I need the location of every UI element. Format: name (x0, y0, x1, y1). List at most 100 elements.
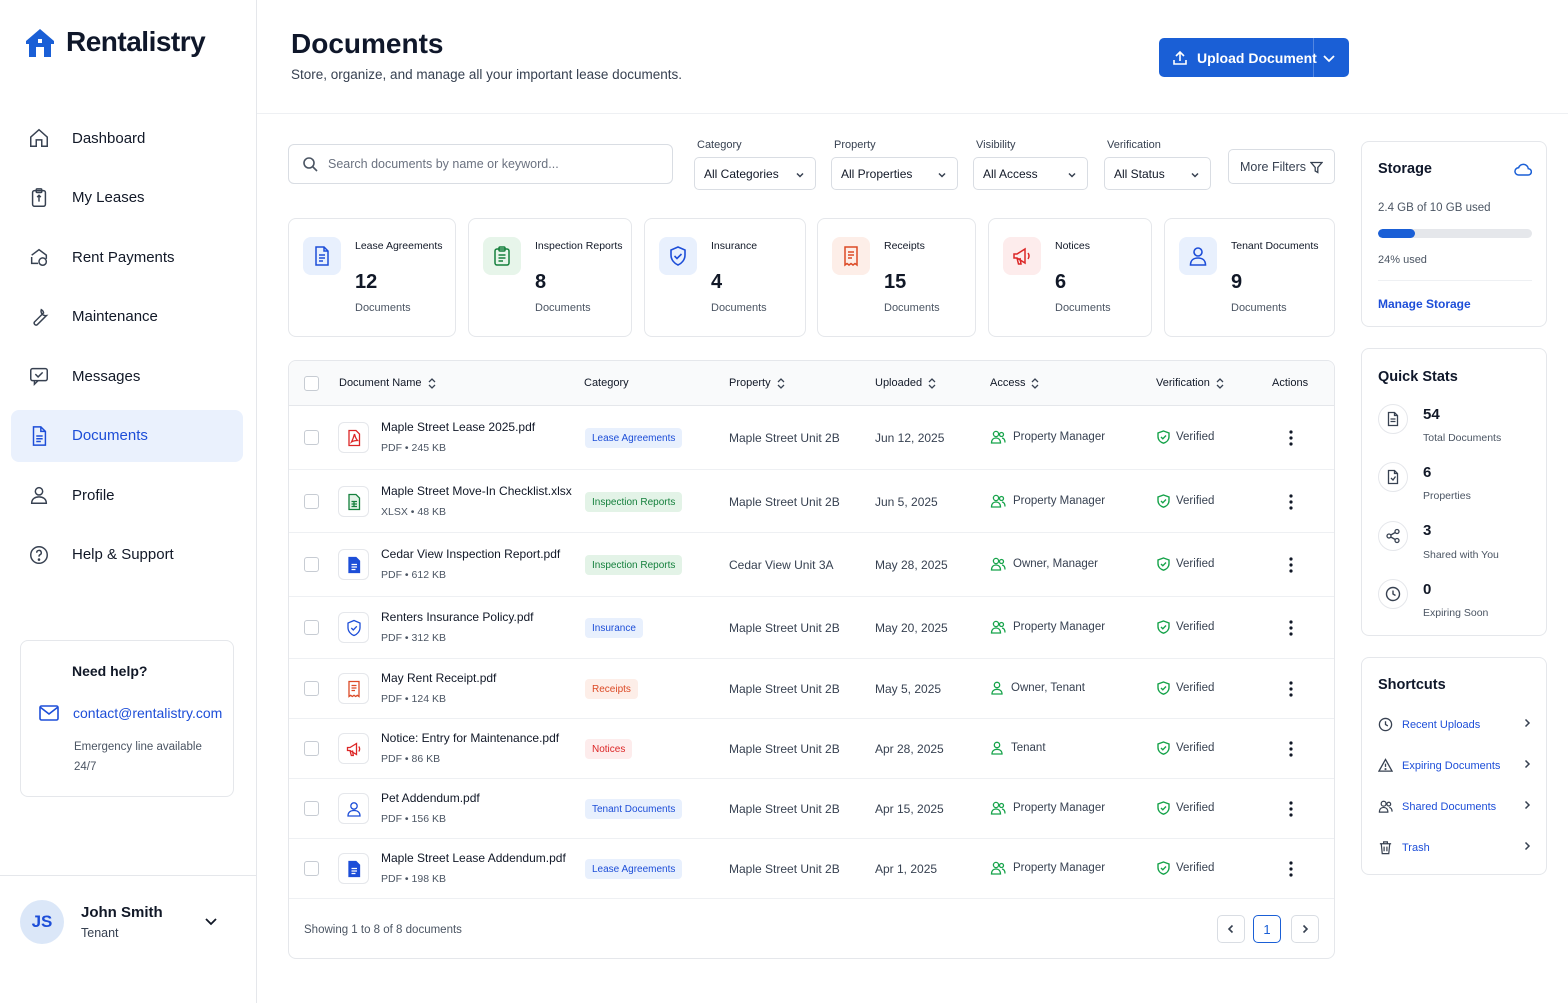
access-cell: Owner, Tenant (990, 681, 1085, 695)
help-email-link[interactable]: contact@rentalistry.com (39, 705, 222, 721)
nav-item-dashboard[interactable]: Dashboard (11, 112, 243, 164)
nav-item-label: Help & Support (72, 546, 174, 563)
row-checkbox[interactable] (304, 557, 319, 572)
document-name[interactable]: Renters Insurance Policy.pdf (381, 610, 534, 624)
row-actions-button[interactable] (1284, 493, 1298, 511)
user-menu[interactable]: JS John Smith Tenant (0, 875, 256, 1003)
chevron-down-icon (1068, 172, 1076, 178)
category-card-lease-agreements[interactable]: Lease Agreements 12 Documents (288, 218, 456, 337)
document-name[interactable]: Maple Street Lease Addendum.pdf (381, 851, 566, 865)
document-name[interactable]: Maple Street Lease 2025.pdf (381, 420, 535, 434)
nav-item-rent-payments[interactable]: Rent Payments (11, 231, 243, 283)
chevron-down-icon[interactable] (204, 914, 218, 928)
properties-icon (1378, 462, 1408, 492)
access-cell: Property Manager (990, 494, 1105, 508)
next-page-button[interactable] (1291, 915, 1319, 943)
expiring-label: Expiring Soon (1423, 607, 1489, 619)
row-checkbox[interactable] (304, 494, 319, 509)
column-document-name[interactable]: Document Name (339, 377, 436, 389)
category-card-inspection-reports[interactable]: Inspection Reports 8 Documents (468, 218, 632, 337)
document-name[interactable]: Notice: Entry for Maintenance.pdf (381, 731, 559, 745)
nav-item-help-support[interactable]: Help & Support (11, 529, 243, 581)
property-cell: Maple Street Unit 2B (729, 742, 840, 756)
shared-value: 3 (1423, 522, 1432, 539)
category-card-receipts[interactable]: Receipts 15 Documents (817, 218, 976, 337)
app-logo[interactable]: Rentalistry (24, 26, 206, 58)
verification-label: Verified (1176, 682, 1215, 694)
more-actions-icon (1289, 557, 1293, 573)
row-actions-button[interactable] (1284, 680, 1298, 698)
table-row[interactable]: Pet Addendum.pdf PDF • 156 KB Tenant Docum… (289, 779, 1334, 839)
upload-icon (1173, 50, 1187, 65)
row-checkbox[interactable] (304, 681, 319, 696)
megaphone-icon (1013, 247, 1030, 265)
chevron-down-icon[interactable] (1322, 51, 1336, 65)
users-icon (1378, 800, 1393, 813)
document-name[interactable]: Cedar View Inspection Report.pdf (381, 547, 560, 561)
storage-title: Storage (1378, 161, 1432, 177)
document-meta: PDF • 612 KB (381, 569, 446, 581)
document-name[interactable]: May Rent Receipt.pdf (381, 671, 496, 685)
lease-doc-icon (315, 246, 329, 266)
shortcut-recent-uploads[interactable]: Recent Uploads (1378, 717, 1532, 732)
row-actions-button[interactable] (1284, 429, 1298, 447)
row-checkbox[interactable] (304, 861, 319, 876)
category-select[interactable]: All Categories (694, 157, 816, 190)
row-actions-button[interactable] (1284, 740, 1298, 758)
chevron-right-icon (1524, 800, 1531, 810)
column-access[interactable]: Access (990, 377, 1039, 389)
document-name[interactable]: Maple Street Move-In Checklist.xlsx (381, 484, 572, 498)
table-row[interactable]: Maple Street Lease Addendum.pdf PDF • 198… (289, 839, 1334, 899)
row-actions-button[interactable] (1284, 556, 1298, 574)
visibility-select[interactable]: All Access (973, 157, 1088, 190)
category-card-notices[interactable]: Notices 6 Documents (988, 218, 1152, 337)
category-card-insurance[interactable]: Insurance 4 Documents (644, 218, 806, 337)
sort-icon (1032, 377, 1039, 389)
search-box[interactable] (288, 144, 673, 184)
sort-icon (777, 377, 785, 389)
row-checkbox[interactable] (304, 430, 319, 445)
table-row[interactable]: Renters Insurance Policy.pdf PDF • 312 KB… (289, 597, 1334, 659)
row-actions-button[interactable] (1284, 619, 1298, 637)
row-checkbox[interactable] (304, 801, 319, 816)
nav-item-maintenance[interactable]: Maintenance (11, 291, 243, 343)
property-select[interactable]: All Properties (831, 157, 958, 190)
column-uploaded[interactable]: Uploaded (875, 377, 936, 389)
uploaded-cell: Apr 15, 2025 (875, 802, 944, 816)
select-all-checkbox[interactable] (304, 376, 319, 391)
user-icon (990, 741, 1004, 755)
page-button-current[interactable]: 1 (1253, 915, 1281, 943)
table-row[interactable]: May Rent Receipt.pdf PDF • 124 KB Receipts… (289, 659, 1334, 719)
category-card-tenant-documents[interactable]: Tenant Documents 9 Documents (1164, 218, 1335, 337)
nav-item-messages[interactable]: Messages (11, 350, 243, 402)
documents-table: Document Name Category Property Uploaded… (288, 360, 1335, 959)
column-verification[interactable]: Verification (1156, 377, 1224, 389)
search-input[interactable] (328, 157, 658, 171)
table-row[interactable]: Notice: Entry for Maintenance.pdf PDF • 8… (289, 719, 1334, 779)
row-actions-button[interactable] (1284, 800, 1298, 818)
nav-item-documents[interactable]: Documents (11, 409, 243, 462)
property-cell: Maple Street Unit 2B (729, 431, 840, 445)
shortcut-shared-documents[interactable]: Shared Documents (1378, 799, 1532, 814)
row-checkbox[interactable] (304, 741, 319, 756)
more-filters-button[interactable]: More Filters (1228, 149, 1335, 184)
shortcut-trash[interactable]: Trash (1378, 840, 1532, 855)
nav-item-profile[interactable]: Profile (11, 469, 243, 521)
document-name[interactable]: Pet Addendum.pdf (381, 791, 480, 805)
table-row[interactable]: Maple Street Lease 2025.pdf PDF • 245 KB L… (289, 406, 1334, 470)
manage-storage-link[interactable]: Manage Storage (1378, 297, 1471, 311)
access-cell: Property Manager (990, 801, 1105, 815)
prev-page-button[interactable] (1217, 915, 1245, 943)
table-row[interactable]: Cedar View Inspection Report.pdf PDF • 61… (289, 533, 1334, 597)
row-actions-button[interactable] (1284, 860, 1298, 878)
row-checkbox[interactable] (304, 620, 319, 635)
shortcut-expiring-documents[interactable]: Expiring Documents (1378, 758, 1532, 773)
verification-select[interactable]: All Status (1104, 157, 1211, 190)
upload-document-button[interactable]: Upload Document (1159, 38, 1349, 77)
nav-item-my-leases[interactable]: My Leases (11, 172, 243, 224)
table-row[interactable]: Maple Street Move-In Checklist.xlsx XLSX … (289, 470, 1334, 533)
receipt-icon (338, 673, 369, 704)
search-icon (303, 157, 318, 172)
document-meta: PDF • 245 KB (381, 442, 446, 454)
column-property[interactable]: Property (729, 377, 785, 389)
